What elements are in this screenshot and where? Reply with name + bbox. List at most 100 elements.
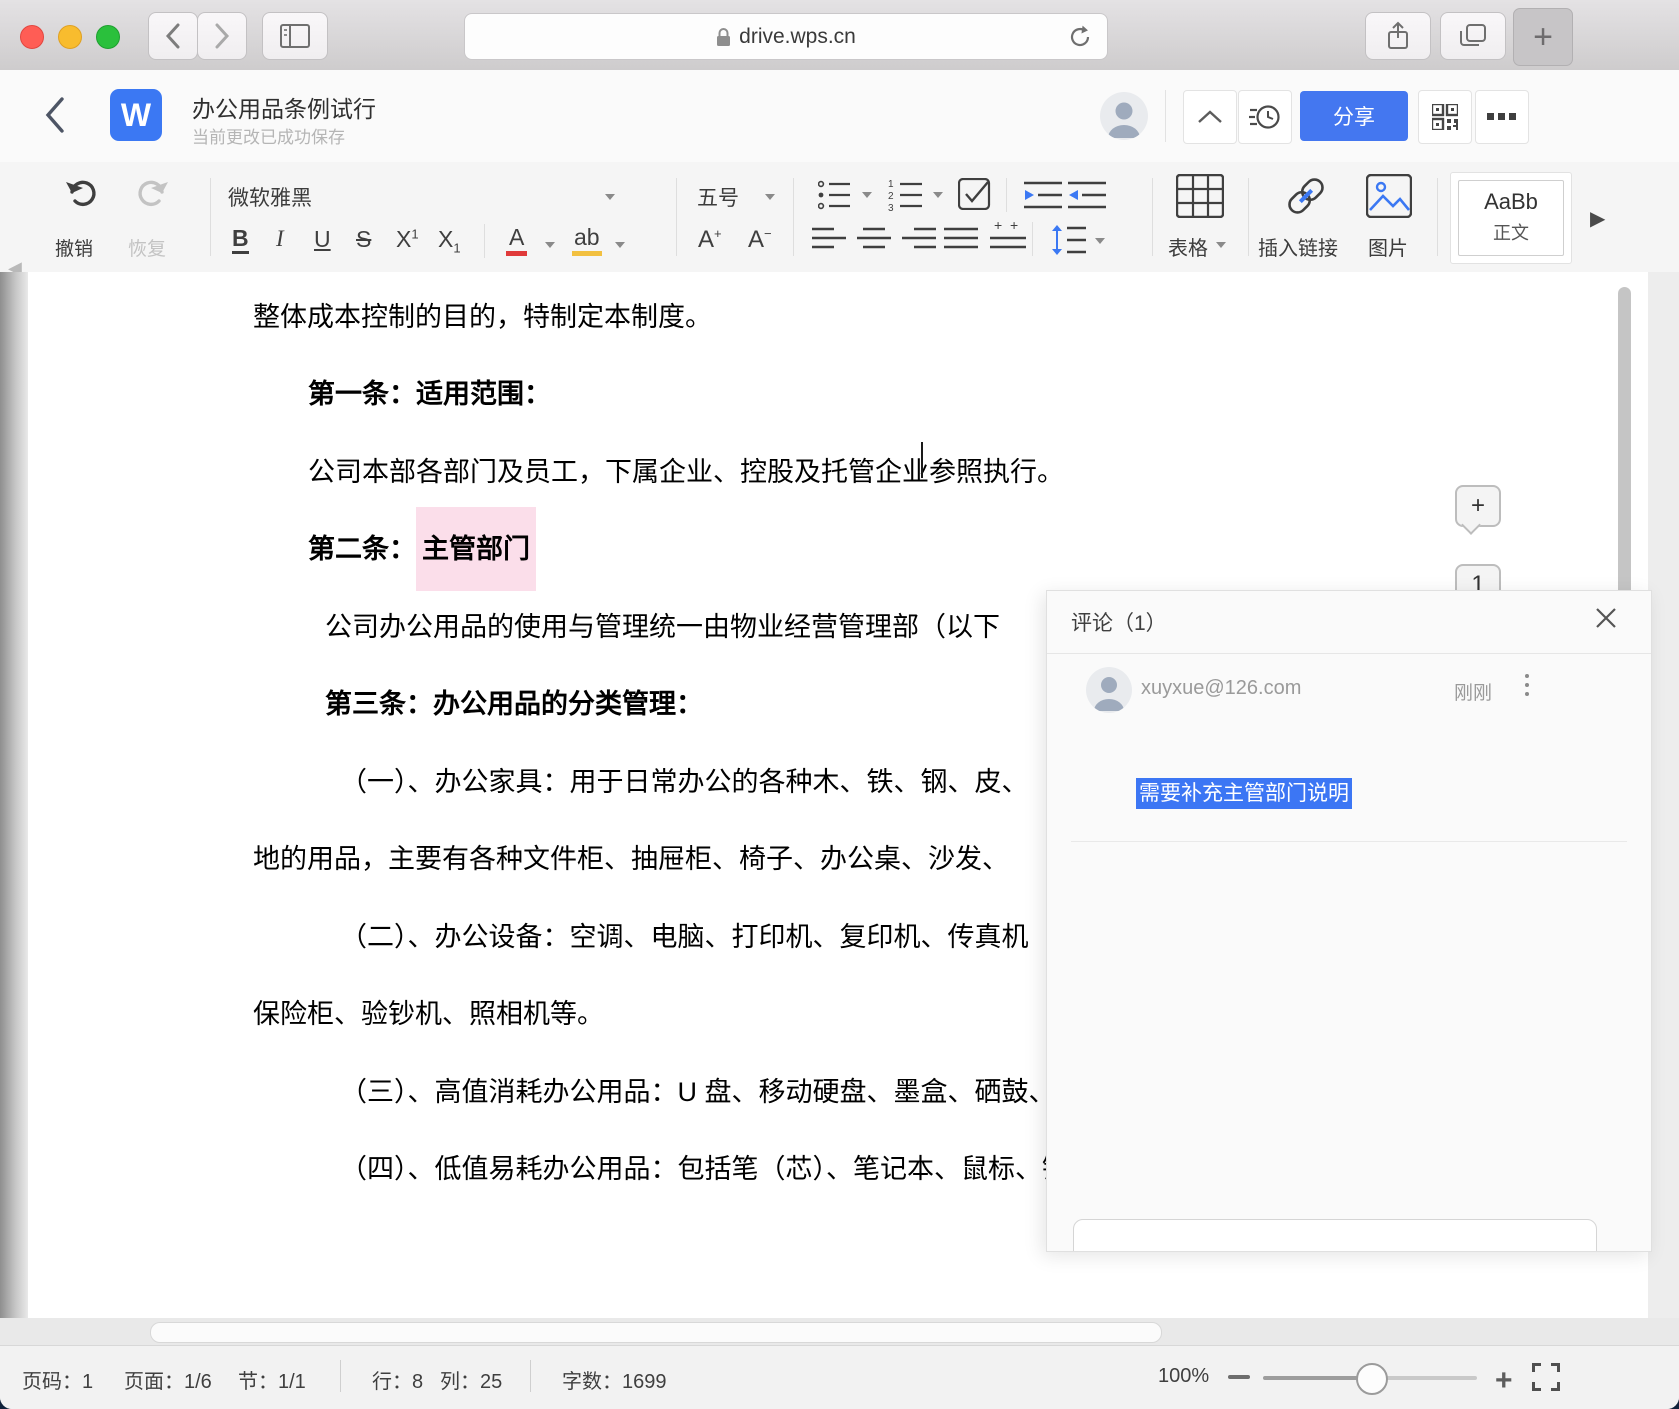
document-canvas[interactable]: 整体成本控制的目的，特制定本制度。第一条：适用范围： 公司本部各部门及员工，下属企… <box>0 272 1679 1318</box>
tab-overview-button[interactable] <box>1440 12 1506 60</box>
status-line: 行：8 <box>372 1371 424 1393</box>
zoom-in-button[interactable]: + <box>1495 1364 1513 1398</box>
document-line[interactable]: 保险柜、验钞机、照相机等。 <box>253 992 604 1031</box>
close-icon[interactable] <box>1595 607 1617 629</box>
undo-button[interactable]: 撤销 <box>55 234 93 261</box>
sidebar-icon <box>280 24 310 48</box>
insert-picture-button[interactable]: 图片 <box>1368 232 1408 261</box>
more-options-button[interactable] <box>1475 90 1529 144</box>
toolbar-divider <box>793 178 794 256</box>
history-button[interactable] <box>1238 90 1292 144</box>
distribute-button[interactable]: + + <box>990 220 1026 254</box>
collapse-toolbar-button[interactable] <box>1183 90 1237 144</box>
decrease-font-button[interactable]: A− <box>748 226 772 254</box>
style-gallery[interactable]: AaBb 正文 <box>1450 172 1572 264</box>
document-title[interactable]: 办公用品条例试行 <box>192 90 376 124</box>
traffic-light-minimize[interactable] <box>58 25 82 49</box>
numbered-list-button[interactable]: 123 <box>888 178 924 212</box>
font-size-select[interactable]: 五号 <box>697 182 739 212</box>
superscript-button[interactable]: X1 <box>396 226 419 253</box>
justify-button[interactable] <box>944 226 978 254</box>
browser-chrome: drive.wps.cn + <box>0 0 1679 71</box>
address-bar[interactable]: drive.wps.cn <box>464 13 1108 60</box>
comment-menu-icon[interactable] <box>1519 669 1535 711</box>
new-tab-button[interactable]: + <box>1513 8 1573 66</box>
increase-indent-button[interactable] <box>1068 180 1106 210</box>
insert-link-icon[interactable] <box>1282 172 1330 220</box>
traffic-light-zoom[interactable] <box>96 25 120 49</box>
bullet-list-dropdown-icon[interactable] <box>862 192 872 198</box>
toolbar-scroll-right-icon[interactable]: ▶ <box>1590 206 1605 231</box>
italic-button[interactable]: I <box>276 226 284 252</box>
browser-share-button[interactable] <box>1365 12 1431 60</box>
comment-text[interactable]: 需要补充主管部门说明 <box>1136 777 1352 809</box>
font-name-select[interactable]: 微软雅黑 <box>228 182 312 212</box>
document-line[interactable]: 第二条： 主管部门 <box>308 507 536 591</box>
style-card-body-text[interactable]: AaBb 正文 <box>1458 180 1564 256</box>
add-comment-bubble-button[interactable]: + <box>1455 485 1501 527</box>
document-line[interactable]: 整体成本控制的目的，特制定本制度。 <box>253 295 712 334</box>
highlight-dropdown-icon[interactable] <box>615 242 625 248</box>
subscript-button[interactable]: X1 <box>438 226 461 256</box>
share-button[interactable]: 分享 <box>1300 91 1408 141</box>
user-avatar[interactable] <box>1100 92 1148 140</box>
document-line[interactable]: 公司本部各部门及员工，下属企业、控股及托管企业参照执行。 <box>308 450 1064 489</box>
font-size-dropdown-icon[interactable] <box>765 194 775 200</box>
right-gutter <box>1648 272 1679 1318</box>
insert-link-button[interactable]: 插入链接 <box>1258 232 1338 261</box>
back-button[interactable] <box>44 96 66 134</box>
align-left-button[interactable] <box>812 226 846 254</box>
decrease-indent-button[interactable] <box>1024 180 1062 210</box>
underline-button[interactable]: U <box>314 226 331 253</box>
font-name-dropdown-icon[interactable] <box>605 194 615 200</box>
document-line[interactable]: 地的用品，主要有各种文件柜、抽屉柜、椅子、办公桌、沙发、 <box>253 837 1009 876</box>
table-button[interactable]: 表格 <box>1168 232 1208 261</box>
undo-icon[interactable] <box>62 176 102 210</box>
document-line[interactable]: （一）、办公家具：用于日常办公的各种木、铁、钢、皮、 <box>340 760 1029 799</box>
refresh-icon[interactable] <box>1067 23 1093 51</box>
table-icon[interactable] <box>1176 174 1224 218</box>
insert-picture-icon[interactable] <box>1366 174 1412 218</box>
sidebar-toggle-button[interactable] <box>262 12 328 60</box>
font-color-dropdown-icon[interactable] <box>545 242 555 248</box>
font-color-button[interactable]: A <box>506 224 528 256</box>
redo-icon[interactable] <box>132 176 172 210</box>
qr-code-button[interactable] <box>1418 90 1472 144</box>
share-icon <box>1386 21 1410 51</box>
align-center-button[interactable] <box>857 226 891 254</box>
zoom-slider-knob[interactable] <box>1356 1363 1388 1395</box>
wps-writer-logo[interactable]: W <box>110 89 162 141</box>
zoom-out-button[interactable] <box>1228 1375 1250 1379</box>
increase-font-button[interactable]: A+ <box>698 226 722 254</box>
numbered-list-dropdown-icon[interactable] <box>933 192 943 198</box>
document-line[interactable]: 第一条：适用范围： <box>308 372 551 411</box>
bullet-list-button[interactable] <box>818 180 852 210</box>
browser-back-button[interactable] <box>148 12 198 60</box>
strikethrough-button[interactable]: S <box>356 226 371 253</box>
status-column: 列：25 <box>440 1371 503 1393</box>
redo-button[interactable]: 恢复 <box>128 234 166 261</box>
traffic-light-close[interactable] <box>20 25 44 49</box>
comment-reply-input[interactable] <box>1073 1219 1597 1251</box>
line-spacing-button[interactable] <box>1050 224 1086 256</box>
fullscreen-icon[interactable] <box>1532 1363 1560 1391</box>
horizontal-scrollbar-track[interactable] <box>0 1318 1679 1345</box>
document-line[interactable]: （三）、高值消耗办公用品：U 盘、移动硬盘、墨盒、硒鼓、 <box>340 1070 1056 1109</box>
comments-panel-header: 评论（1） <box>1047 591 1651 654</box>
document-line[interactable]: 第三条：办公用品的分类管理： <box>325 682 703 721</box>
table-dropdown-icon[interactable] <box>1216 242 1226 248</box>
document-line[interactable]: （四）、低值易耗办公用品：包括笔（芯）、笔记本、鼠标、键盘 <box>340 1147 1096 1186</box>
toolbar-divider <box>1437 178 1438 256</box>
comment-author-avatar <box>1086 667 1132 713</box>
align-right-button[interactable] <box>902 226 936 254</box>
bold-button[interactable]: B <box>232 225 249 255</box>
line-spacing-dropdown-icon[interactable] <box>1095 238 1105 244</box>
highlight-color-button[interactable]: ab <box>572 224 602 256</box>
horizontal-scrollbar-thumb[interactable] <box>150 1322 1162 1343</box>
browser-forward-button[interactable] <box>197 12 247 60</box>
checklist-button[interactable] <box>958 178 992 210</box>
document-line[interactable]: （二）、办公设备：空调、电脑、打印机、复印机、传真机 <box>340 915 1029 954</box>
document-line[interactable]: 公司办公用品的使用与管理统一由物业经营管理部（以下 <box>325 605 1000 644</box>
status-divider <box>340 1360 341 1392</box>
toolbar-divider <box>1152 178 1153 256</box>
